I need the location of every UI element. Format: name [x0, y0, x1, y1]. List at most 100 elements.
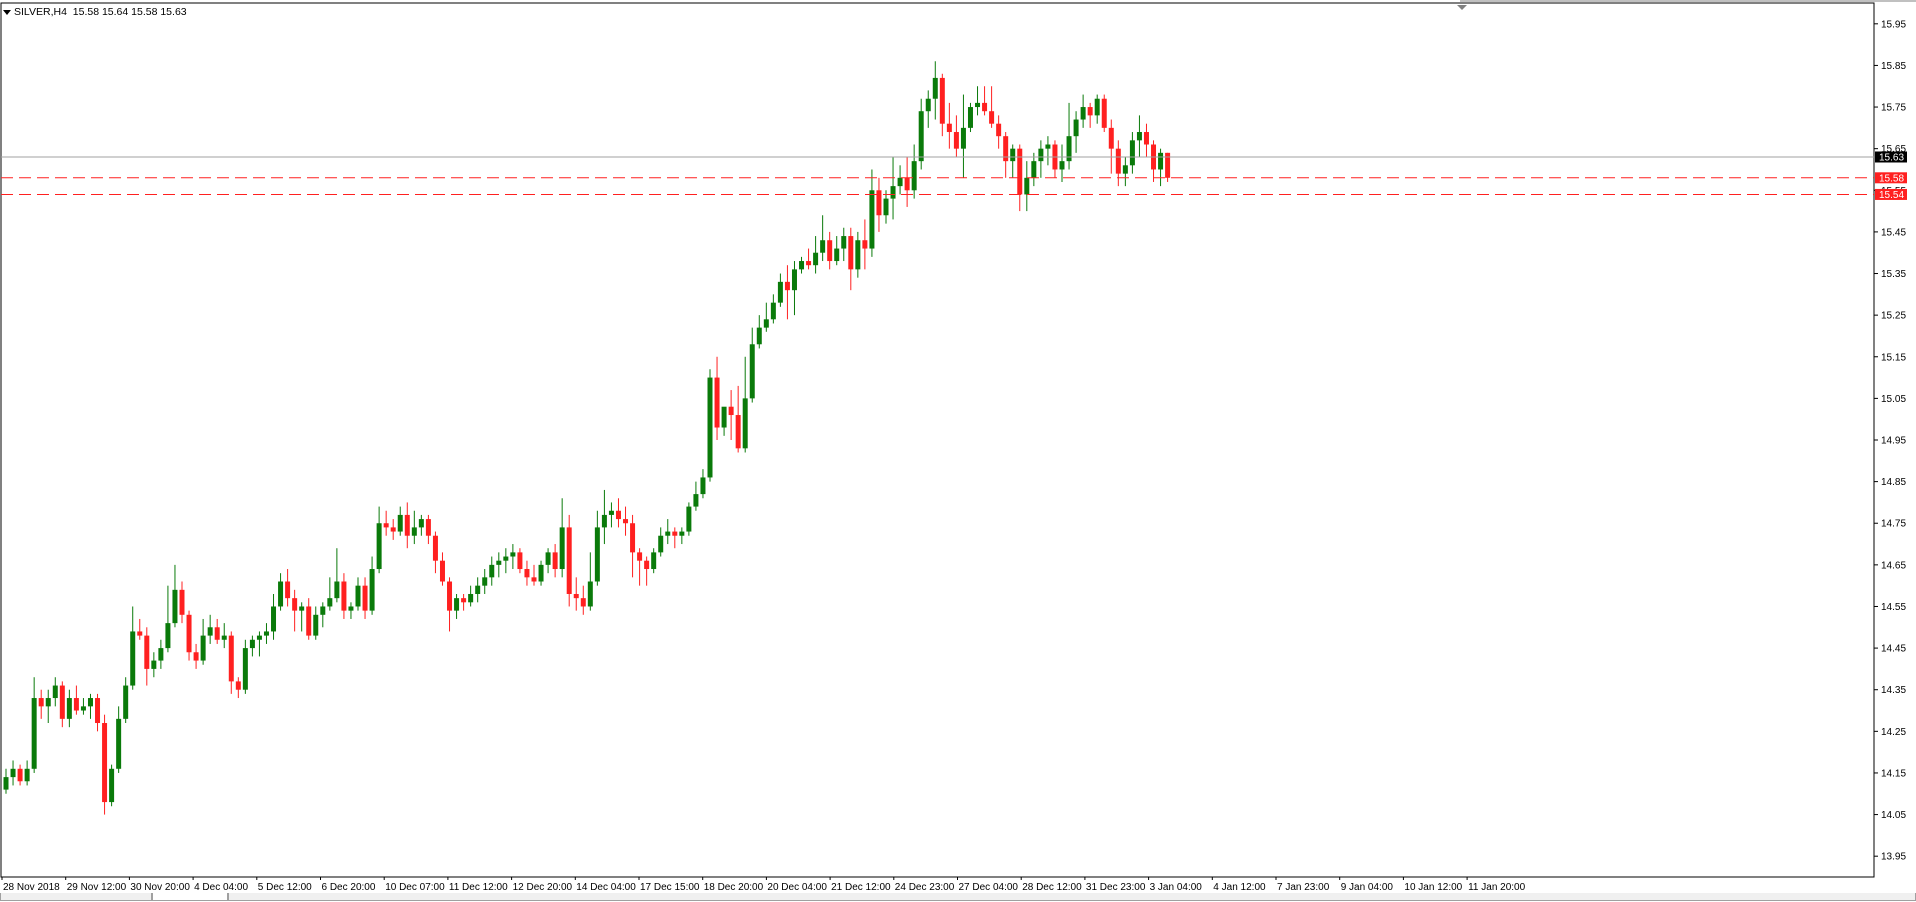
- candle-body: [503, 556, 509, 561]
- candle-body: [623, 519, 629, 524]
- candle-body: [87, 698, 93, 707]
- candle-body: [946, 123, 952, 133]
- y-tick-label: 15.75: [1881, 103, 1906, 114]
- candle-body: [1108, 127, 1114, 149]
- candle-body: [66, 698, 72, 719]
- candle-body: [883, 198, 889, 216]
- candle-body: [376, 523, 382, 570]
- candle-body: [806, 261, 812, 266]
- candle-body: [897, 177, 903, 187]
- price-chart[interactable]: 13.95 14.05 14.15 14.25 14.35 14.45 14.55 14.65…: [0, 0, 1916, 902]
- candle-body: [918, 111, 924, 162]
- y-tick-label: 14.65: [1881, 560, 1906, 571]
- candle-body: [658, 535, 664, 553]
- candle-body: [292, 598, 298, 611]
- y-tick-label: 15.95: [1881, 19, 1906, 30]
- candle-body: [59, 685, 65, 719]
- candle-body: [447, 581, 453, 611]
- candle-body: [587, 581, 593, 607]
- candle-body: [73, 698, 79, 711]
- candle-body: [996, 123, 1002, 137]
- candle-body: [566, 527, 572, 594]
- candle-body: [186, 614, 192, 653]
- candle-body: [735, 415, 741, 449]
- candle-body: [601, 514, 607, 528]
- candle-body: [707, 377, 713, 478]
- candle-body: [552, 552, 558, 570]
- candle-body: [158, 648, 164, 661]
- candle-body: [1080, 107, 1086, 120]
- candle-body: [1101, 98, 1107, 128]
- candle-body: [1024, 177, 1030, 195]
- chart-tab[interactable]: [0, 893, 152, 901]
- candle-body: [869, 190, 875, 249]
- candle-body: [651, 552, 657, 570]
- y-tick-label: 14.85: [1881, 477, 1906, 488]
- candle-body: [784, 281, 790, 291]
- candle-body: [855, 240, 861, 270]
- candle-body: [728, 406, 734, 416]
- candle-body: [496, 560, 502, 565]
- x-tick-label: 30 Nov 20:00: [130, 882, 190, 893]
- candle-body: [3, 777, 9, 790]
- candle-body: [672, 531, 678, 536]
- x-tick-label: 5 Dec 12:00: [258, 882, 312, 893]
- x-tick-label: 24 Dec 23:00: [895, 882, 955, 893]
- x-tick-label: 6 Dec 20:00: [322, 882, 376, 893]
- bottom-tab-strip: [0, 893, 1916, 902]
- chart-tab-active[interactable]: [152, 893, 228, 901]
- candle-body: [313, 614, 319, 636]
- candle-body: [271, 606, 277, 632]
- candle-body: [820, 240, 826, 253]
- candle-body: [841, 236, 847, 249]
- candle-body: [172, 589, 178, 624]
- candle-body: [397, 514, 403, 532]
- candle-body: [52, 685, 58, 699]
- candle-body: [439, 560, 445, 582]
- candle-body: [355, 585, 361, 607]
- candle-body: [102, 723, 108, 803]
- candle-body: [38, 698, 44, 707]
- level-label: 15.58: [1879, 173, 1904, 184]
- candle-body: [24, 768, 30, 782]
- candle-body: [925, 98, 931, 112]
- x-tick-label: 10 Dec 07:00: [385, 882, 445, 893]
- y-tick-label: 15.25: [1881, 311, 1906, 322]
- candle-body: [756, 327, 762, 345]
- candle-body: [45, 698, 51, 707]
- x-tick-label: 10 Jan 12:00: [1404, 882, 1462, 893]
- candle-body: [862, 240, 868, 249]
- candle-body: [615, 510, 621, 520]
- x-tick-label: 20 Dec 04:00: [767, 882, 827, 893]
- x-tick-label: 4 Dec 04:00: [194, 882, 248, 893]
- candle-body: [693, 494, 699, 507]
- candle-body: [228, 635, 234, 682]
- candle-body: [489, 564, 495, 578]
- candle-body: [1136, 132, 1142, 141]
- candle-body: [137, 631, 143, 636]
- candle-body: [411, 527, 417, 536]
- candle-body: [179, 589, 185, 615]
- candle-body: [207, 627, 213, 636]
- candle-body: [714, 377, 720, 428]
- candle-body: [686, 506, 692, 532]
- candle-body: [1087, 107, 1093, 116]
- candle-body: [256, 635, 262, 640]
- candle-body: [334, 581, 340, 599]
- candle-body: [1031, 161, 1037, 178]
- candle-body: [932, 77, 938, 99]
- x-tick-label: 3 Jan 04:00: [1150, 882, 1203, 893]
- x-tick-label: 4 Jan 12:00: [1213, 882, 1266, 893]
- level-label: 15.54: [1879, 190, 1904, 201]
- candle-body: [1045, 144, 1051, 149]
- candle-body: [1010, 148, 1016, 162]
- x-tick-label: 11 Jan 20:00: [1468, 882, 1526, 893]
- collapse-triangle-icon[interactable]: [3, 9, 11, 15]
- candle-body: [1038, 148, 1044, 162]
- chart-window[interactable]: 13.95 14.05 14.15 14.25 14.35 14.45 14.55 14.65…: [0, 0, 1916, 902]
- candle-body: [777, 281, 783, 303]
- candle-body: [770, 302, 776, 320]
- candle-body: [834, 248, 840, 262]
- x-tick-label: 21 Dec 12:00: [831, 882, 891, 893]
- ohlc-values: 15.58 15.64 15.58 15.63: [72, 6, 187, 18]
